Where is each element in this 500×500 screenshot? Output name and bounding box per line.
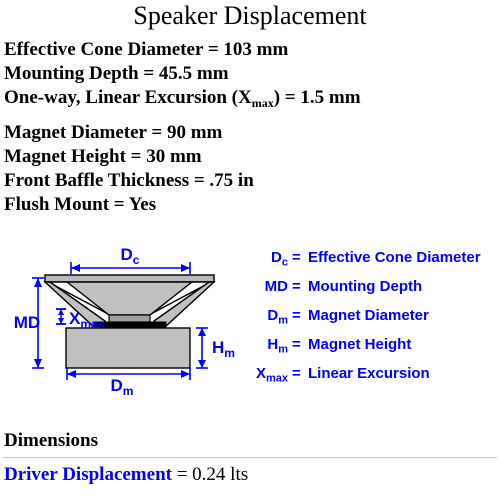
spec-front-baffle-thickness: Front Baffle Thickness = .75 in xyxy=(4,169,496,193)
legend-item-xmax: Xmax = Linear Excursion xyxy=(240,365,500,387)
legend-item-hm: Hm = Magnet Height xyxy=(240,336,500,358)
legend-equals: = xyxy=(292,278,301,295)
spec-mounting-depth: Mounting Depth = 45.5 mm xyxy=(4,62,496,86)
legend-item-md: MD = Mounting Depth xyxy=(240,278,500,300)
legend-symbol: Dm xyxy=(267,307,288,327)
speaker-displacement-page: Speaker Displacement Effective Cone Diam… xyxy=(0,0,500,500)
spec-text: Magnet Height = 30 mm xyxy=(4,145,202,167)
spec-text: Mounting Depth = 45.5 mm xyxy=(4,63,229,84)
legend-equals: = xyxy=(292,307,301,324)
legend-symbol: Xmax xyxy=(255,365,288,385)
spec-text: Effective Cone Diameter = 103 mm xyxy=(4,39,289,60)
label-dc: Dc xyxy=(121,245,140,267)
legend-symbol: MD xyxy=(264,278,288,295)
spec-subscript: max xyxy=(251,95,274,110)
spec-flush-mount: Flush Mount = Yes xyxy=(4,193,496,217)
legend-description: Magnet Diameter xyxy=(308,307,429,324)
spec-text: Flush Mount = Yes xyxy=(4,193,157,215)
legend-item-dc: Dc = Effective Cone Diameter xyxy=(240,249,500,271)
spec-text: Front Baffle Thickness = .75 in xyxy=(4,169,254,191)
label-dm: Dm xyxy=(111,376,134,395)
magnet-gap-band xyxy=(93,321,167,329)
section-divider xyxy=(3,457,497,458)
driver-displacement-result: Driver Displacement = 0.24 lts xyxy=(4,464,248,486)
legend-description: Effective Cone Diameter xyxy=(308,249,481,266)
spec-text-tail: ) = 1.5 mm xyxy=(273,87,361,108)
diagram-legend: Dc = Effective Cone Diameter MD = Mounti… xyxy=(240,245,500,395)
hm-dimension xyxy=(196,327,208,369)
legend-equals: = xyxy=(292,365,301,382)
label-hm: Hm xyxy=(212,338,235,360)
dimensions-section-heading: Dimensions xyxy=(4,430,98,451)
spec-effective-cone-diameter: Effective Cone Diameter = 103 mm xyxy=(4,38,496,62)
spec-text: One-way, Linear Excursion (X xyxy=(4,87,252,108)
spec-magnet-height: Magnet Height = 30 mm xyxy=(4,145,496,169)
xmax-dimension xyxy=(56,308,66,325)
legend-equals: = xyxy=(292,336,301,353)
dm-dimension xyxy=(66,368,191,380)
magnet-block xyxy=(65,327,191,369)
driver-displacement-label: Driver Displacement xyxy=(4,464,172,485)
legend-description: Linear Excursion xyxy=(308,365,430,382)
page-title: Speaker Displacement xyxy=(133,1,367,30)
label-md: MD xyxy=(14,313,40,332)
specifications-list: Effective Cone Diameter = 103 mm Mountin… xyxy=(4,38,496,217)
legend-symbol: Dc xyxy=(271,249,288,269)
mounting-flange xyxy=(44,274,215,283)
legend-description: Mounting Depth xyxy=(308,278,423,295)
spec-text: Magnet Diameter = 90 mm xyxy=(4,121,223,143)
spec-linear-excursion: One-way, Linear Excursion (Xmax) = 1.5 m… xyxy=(4,86,496,115)
legend-description: Magnet Height xyxy=(308,336,412,353)
voice-coil-former xyxy=(108,314,151,323)
spec-magnet-diameter: Magnet Diameter = 90 mm xyxy=(4,121,496,145)
legend-symbol: Hm xyxy=(267,336,288,356)
driver-displacement-value: = 0.24 lts xyxy=(171,464,249,485)
legend-equals: = xyxy=(292,249,301,266)
legend-item-dm: Dm = Magnet Diameter xyxy=(240,307,500,329)
